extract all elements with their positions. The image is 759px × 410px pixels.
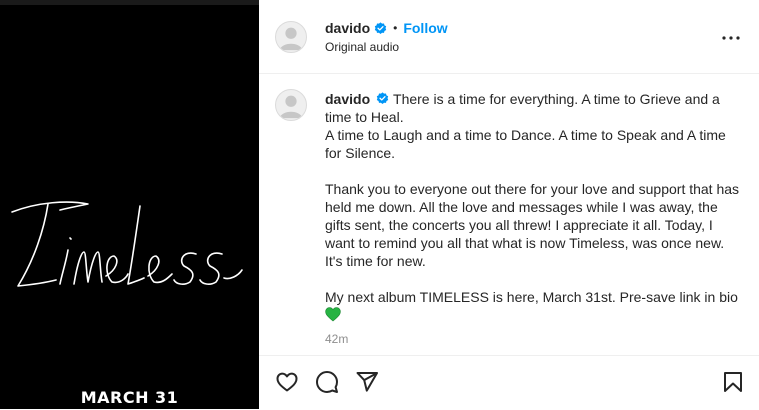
verified-badge-icon <box>376 92 389 105</box>
post-media-image[interactable]: MARCH 31 <box>0 0 259 409</box>
post-detail-panel: davido • Follow Original audio davido Th… <box>259 0 759 409</box>
original-audio-link[interactable]: Original audio <box>325 40 399 54</box>
save-button[interactable] <box>721 370 745 394</box>
separator-dot: • <box>393 21 398 35</box>
more-dots-icon <box>722 36 740 40</box>
avatar[interactable] <box>275 21 307 53</box>
caption-text: davido There is a time for everything. A… <box>325 90 745 324</box>
verified-badge-icon <box>374 21 387 35</box>
caption-avatar[interactable] <box>275 89 307 121</box>
green-heart-icon <box>325 307 341 322</box>
more-options-button[interactable] <box>719 28 743 48</box>
paper-plane-icon <box>356 372 378 392</box>
timestamp[interactable]: 42m <box>325 332 348 346</box>
caption-body: There is a time for everything. A time t… <box>325 91 740 305</box>
bookmark-icon <box>724 372 742 392</box>
follow-button[interactable]: Follow <box>403 20 447 36</box>
like-button[interactable] <box>275 370 299 394</box>
default-avatar-icon <box>279 95 303 119</box>
caption-username-link[interactable]: davido <box>325 91 370 107</box>
heart-icon <box>276 372 298 392</box>
default-avatar-icon <box>279 27 303 51</box>
username-link[interactable]: davido <box>325 20 370 36</box>
comment-button[interactable] <box>315 370 339 394</box>
comment-icon <box>316 371 338 393</box>
header-user-row: davido • Follow <box>325 19 448 37</box>
media-top-strip <box>0 0 259 5</box>
post-header: davido • Follow Original audio <box>259 0 759 74</box>
timeless-script-logo <box>11 201 243 287</box>
share-button[interactable] <box>355 370 379 394</box>
action-bar <box>259 355 759 410</box>
release-date-text: MARCH 31 <box>80 388 179 407</box>
caption-section: davido There is a time for everything. A… <box>259 73 759 355</box>
